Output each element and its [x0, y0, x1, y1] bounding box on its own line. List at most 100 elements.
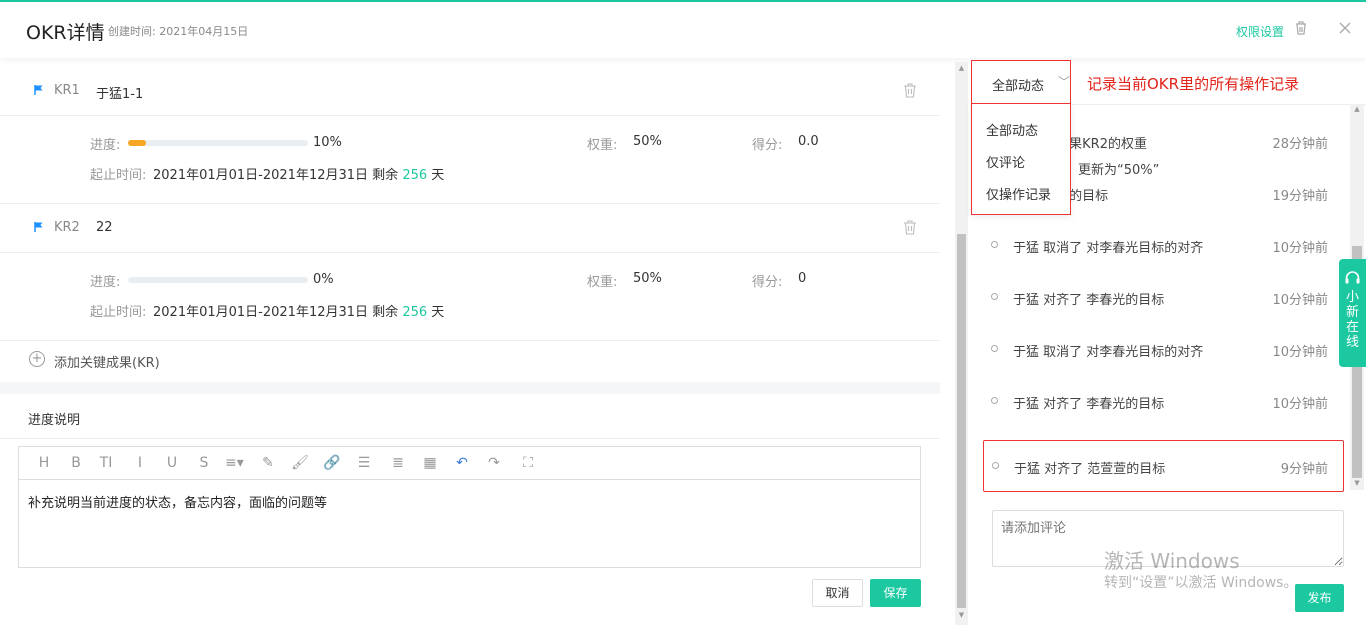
- timeline-dot-icon: [991, 241, 998, 248]
- weight-label: 权重:: [587, 138, 618, 153]
- scroll-down-icon[interactable]: ▼: [957, 611, 966, 619]
- progress-value: 10%: [313, 135, 342, 150]
- kr-tag: KR1: [54, 83, 80, 98]
- activity-filter-select[interactable]: 全部动态 ﹀: [971, 60, 1071, 104]
- progress-label: 进度:: [90, 138, 121, 153]
- cancel-button[interactable]: 取消: [812, 579, 863, 607]
- date-range-text: 2021年01月01日-2021年12月31日 剩余: [153, 305, 399, 320]
- activity-filter-selected: 全部动态: [992, 79, 1045, 94]
- remaining-days: 256: [402, 168, 428, 183]
- align-icon[interactable]: ≣: [389, 455, 407, 471]
- fullscreen-icon[interactable]: ⛶: [519, 455, 537, 471]
- timeline-dot-icon: [991, 345, 998, 352]
- chevron-down-icon: ﹀: [1058, 75, 1071, 89]
- trash-icon[interactable]: [1293, 20, 1309, 36]
- kr-body-1: 进度: 10% 权重: 50% 得分: 0.0 起止时间: 2021年01月01…: [0, 116, 940, 204]
- activity-item: 于猛 对齐了 范萱萱的目标 9分钟前: [983, 440, 1344, 492]
- scroll-down-icon[interactable]: ▼: [1352, 479, 1362, 487]
- activity-text: 于猛 对齐了 李春光的目标: [1013, 397, 1165, 412]
- trash-icon[interactable]: [903, 82, 917, 98]
- score-label: 得分:: [752, 138, 783, 153]
- format-painter-icon[interactable]: 🖌: [291, 455, 309, 471]
- bullet-list-icon[interactable]: ☰: [355, 455, 373, 471]
- activity-time: 10分钟前: [1272, 293, 1328, 308]
- filter-option-comments[interactable]: 仅评论: [986, 152, 1025, 171]
- scrollbar-thumb[interactable]: [957, 234, 966, 608]
- add-kr-label: 添加关键成果(KR): [54, 356, 160, 371]
- publish-button[interactable]: 发布: [1295, 584, 1344, 612]
- section-divider: [0, 382, 940, 394]
- date-range[interactable]: 2021年01月01日-2021年12月31日 剩余 256 天: [153, 164, 444, 183]
- page-title: OKR详情: [26, 22, 105, 44]
- activity-text: 于猛 对齐了 范萱萱的目标: [1014, 462, 1166, 477]
- close-icon[interactable]: [1337, 20, 1353, 36]
- date-range-text: 2021年01月01日-2021年12月31日 剩余: [153, 168, 399, 183]
- editor-toolbar: H B TI I U S ≡▾ ✎ 🖌 🔗 ☰ ≣ ▦ ↶ ↷ ⛶: [19, 447, 920, 480]
- activity-time: 10分钟前: [1272, 397, 1328, 412]
- activity-time: 28分钟前: [1272, 137, 1328, 152]
- date-label: 起止时间:: [90, 305, 147, 320]
- activity-time: 10分钟前: [1272, 345, 1328, 360]
- table-icon[interactable]: ▦: [421, 455, 439, 471]
- activity-time: 10分钟前: [1272, 241, 1328, 256]
- activity-item: 于猛 取消了 对李春光目标的对齐 10分钟前: [970, 220, 1350, 272]
- underline-icon[interactable]: U: [163, 455, 181, 471]
- heading-icon[interactable]: H: [35, 455, 53, 471]
- editor-content[interactable]: 补充说明当前进度的状态，备忘内容，面临的问题等: [28, 492, 327, 511]
- progress-bar[interactable]: [128, 277, 308, 283]
- filter-option-operations[interactable]: 仅操作记录: [986, 184, 1051, 203]
- annotation-text: 记录当前OKR里的所有操作记录: [1087, 75, 1300, 93]
- line-height-icon[interactable]: ≡▾: [225, 455, 244, 471]
- link-icon[interactable]: 🔗: [323, 455, 341, 471]
- windows-activation-watermark-title: 激活 Windows: [1104, 549, 1240, 573]
- days-unit: 天: [431, 305, 445, 320]
- score-label: 得分:: [752, 275, 783, 290]
- bold-icon[interactable]: B: [67, 455, 85, 471]
- activity-time: 9分钟前: [1280, 462, 1328, 477]
- timeline-dot-icon: [992, 462, 999, 469]
- date-range[interactable]: 2021年01月01日-2021年12月31日 剩余 256 天: [153, 301, 444, 320]
- activity-text: 于猛 取消了 对李春光目标的对齐: [1013, 241, 1204, 256]
- kr-tag: KR2: [54, 220, 80, 235]
- plus-circle-icon: +: [29, 351, 45, 367]
- help-widget-label: 小新在线: [1345, 290, 1359, 350]
- progress-label: 进度:: [90, 275, 121, 290]
- windows-activation-watermark-subtitle: 转到“设置”以激活 Windows。: [1104, 575, 1298, 591]
- left-pane-scrollbar[interactable]: ▲ ▼: [955, 62, 968, 625]
- created-time: 创建时间: 2021年04月15日: [108, 25, 249, 38]
- online-help-widget[interactable]: 小新在线: [1339, 259, 1366, 367]
- strikethrough-icon[interactable]: S: [195, 455, 213, 471]
- progress-bar-fill: [128, 140, 146, 146]
- font-size-icon[interactable]: TI: [97, 455, 115, 471]
- kr-name[interactable]: 22: [96, 220, 113, 235]
- activity-filter-menu: 全部动态 仅评论 仅操作记录: [971, 103, 1071, 215]
- progress-bar[interactable]: [128, 140, 308, 146]
- rich-text-editor[interactable]: H B TI I U S ≡▾ ✎ 🖌 🔗 ☰ ≣ ▦ ↶ ↷ ⛶ 补充说明当前进度的状态，备忘内容，面临的问…: [18, 446, 921, 568]
- activity-time: 19分钟前: [1272, 189, 1328, 204]
- highlight-icon[interactable]: ✎: [259, 455, 277, 471]
- weight-value[interactable]: 50%: [633, 271, 662, 286]
- trash-icon[interactable]: [903, 219, 917, 235]
- flag-icon: [34, 222, 43, 232]
- weight-label: 权重:: [587, 275, 618, 290]
- italic-icon[interactable]: I: [131, 455, 149, 471]
- filter-option-all[interactable]: 全部动态: [986, 120, 1038, 139]
- progress-section-title: 进度说明: [28, 413, 81, 428]
- score-value[interactable]: 0: [798, 271, 806, 286]
- kr-name[interactable]: 于猛1-1: [96, 83, 143, 102]
- scroll-up-icon[interactable]: ▲: [1352, 105, 1362, 113]
- permission-settings-link[interactable]: 权限设置: [1236, 23, 1284, 40]
- save-button[interactable]: 保存: [870, 579, 921, 607]
- weight-value[interactable]: 50%: [633, 134, 662, 149]
- scroll-up-icon[interactable]: ▲: [957, 64, 966, 72]
- add-kr-button[interactable]: + 添加关键成果(KR): [0, 338, 940, 382]
- redo-icon[interactable]: ↷: [485, 455, 503, 471]
- activity-text: 于猛 对齐了 李春光的目标: [1013, 293, 1165, 308]
- header: OKR详情 创建时间: 2021年04月15日 权限设置: [0, 2, 1366, 58]
- timeline-dot-icon: [991, 397, 998, 404]
- activity-item: 于猛 对齐了 李春光的目标 10分钟前: [970, 272, 1350, 324]
- kr-header-1: KR1 于猛1-1: [0, 62, 940, 116]
- score-value[interactable]: 0.0: [798, 134, 819, 149]
- undo-icon[interactable]: ↶: [453, 455, 471, 471]
- activity-item: 于猛 取消了 对李春光目标的对齐 10分钟前: [970, 324, 1350, 376]
